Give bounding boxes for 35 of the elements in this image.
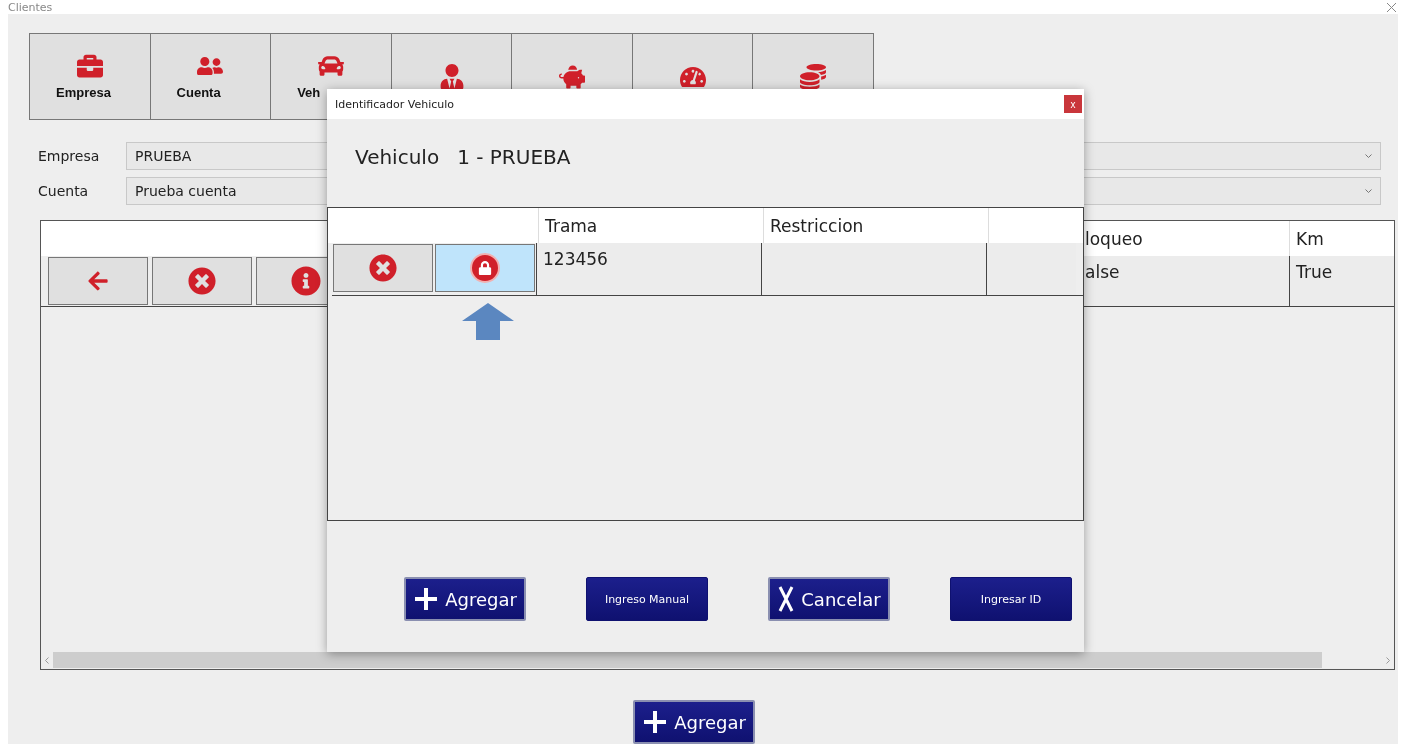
column-header: loqueo [1084, 228, 1144, 251]
lock-button[interactable] [435, 244, 535, 292]
toolbar-tab[interactable]: Empresa [29, 33, 151, 120]
dialog-button[interactable]: Ingreso Manual [586, 577, 708, 621]
plus-icon [642, 709, 669, 735]
chevron-icon [1365, 189, 1372, 193]
vehicle-label: Vehiculo [355, 145, 440, 171]
delete-button[interactable] [152, 257, 252, 305]
field-label: Empresa [37, 148, 101, 164]
window-title: Clientes [8, 0, 53, 14]
vehicle-value: 1 - PRUEBA [457, 145, 571, 171]
dialog-button[interactable]: Cancelar [768, 577, 890, 621]
up-arrow-icon [462, 303, 514, 340]
info-icon [291, 266, 321, 296]
add-button[interactable]: Agregar [633, 700, 755, 744]
chevron-left-icon[interactable] [45, 656, 49, 664]
toolbar-tab[interactable]: Cuenta [149, 33, 272, 120]
lock-icon [470, 253, 500, 283]
delete-button[interactable] [333, 244, 433, 292]
plus-icon [413, 586, 440, 612]
briefcase-icon [76, 53, 103, 79]
car-icon [317, 53, 344, 79]
dialog-button[interactable]: Agregar [404, 577, 526, 621]
coins-icon [800, 63, 827, 90]
close-icon[interactable] [1386, 1, 1397, 13]
arrow-left-icon [87, 270, 109, 292]
back-button[interactable] [48, 257, 148, 305]
x-icon [777, 585, 796, 613]
chevron-right-icon[interactable] [1386, 656, 1390, 664]
person-icon [438, 63, 465, 90]
field-label: Cuenta [37, 183, 90, 199]
piggy-bank-icon [559, 63, 586, 90]
chevron-icon [1365, 154, 1372, 158]
dialog-button[interactable]: Ingresar ID [950, 577, 1072, 621]
close-button[interactable]: x [1064, 95, 1082, 113]
